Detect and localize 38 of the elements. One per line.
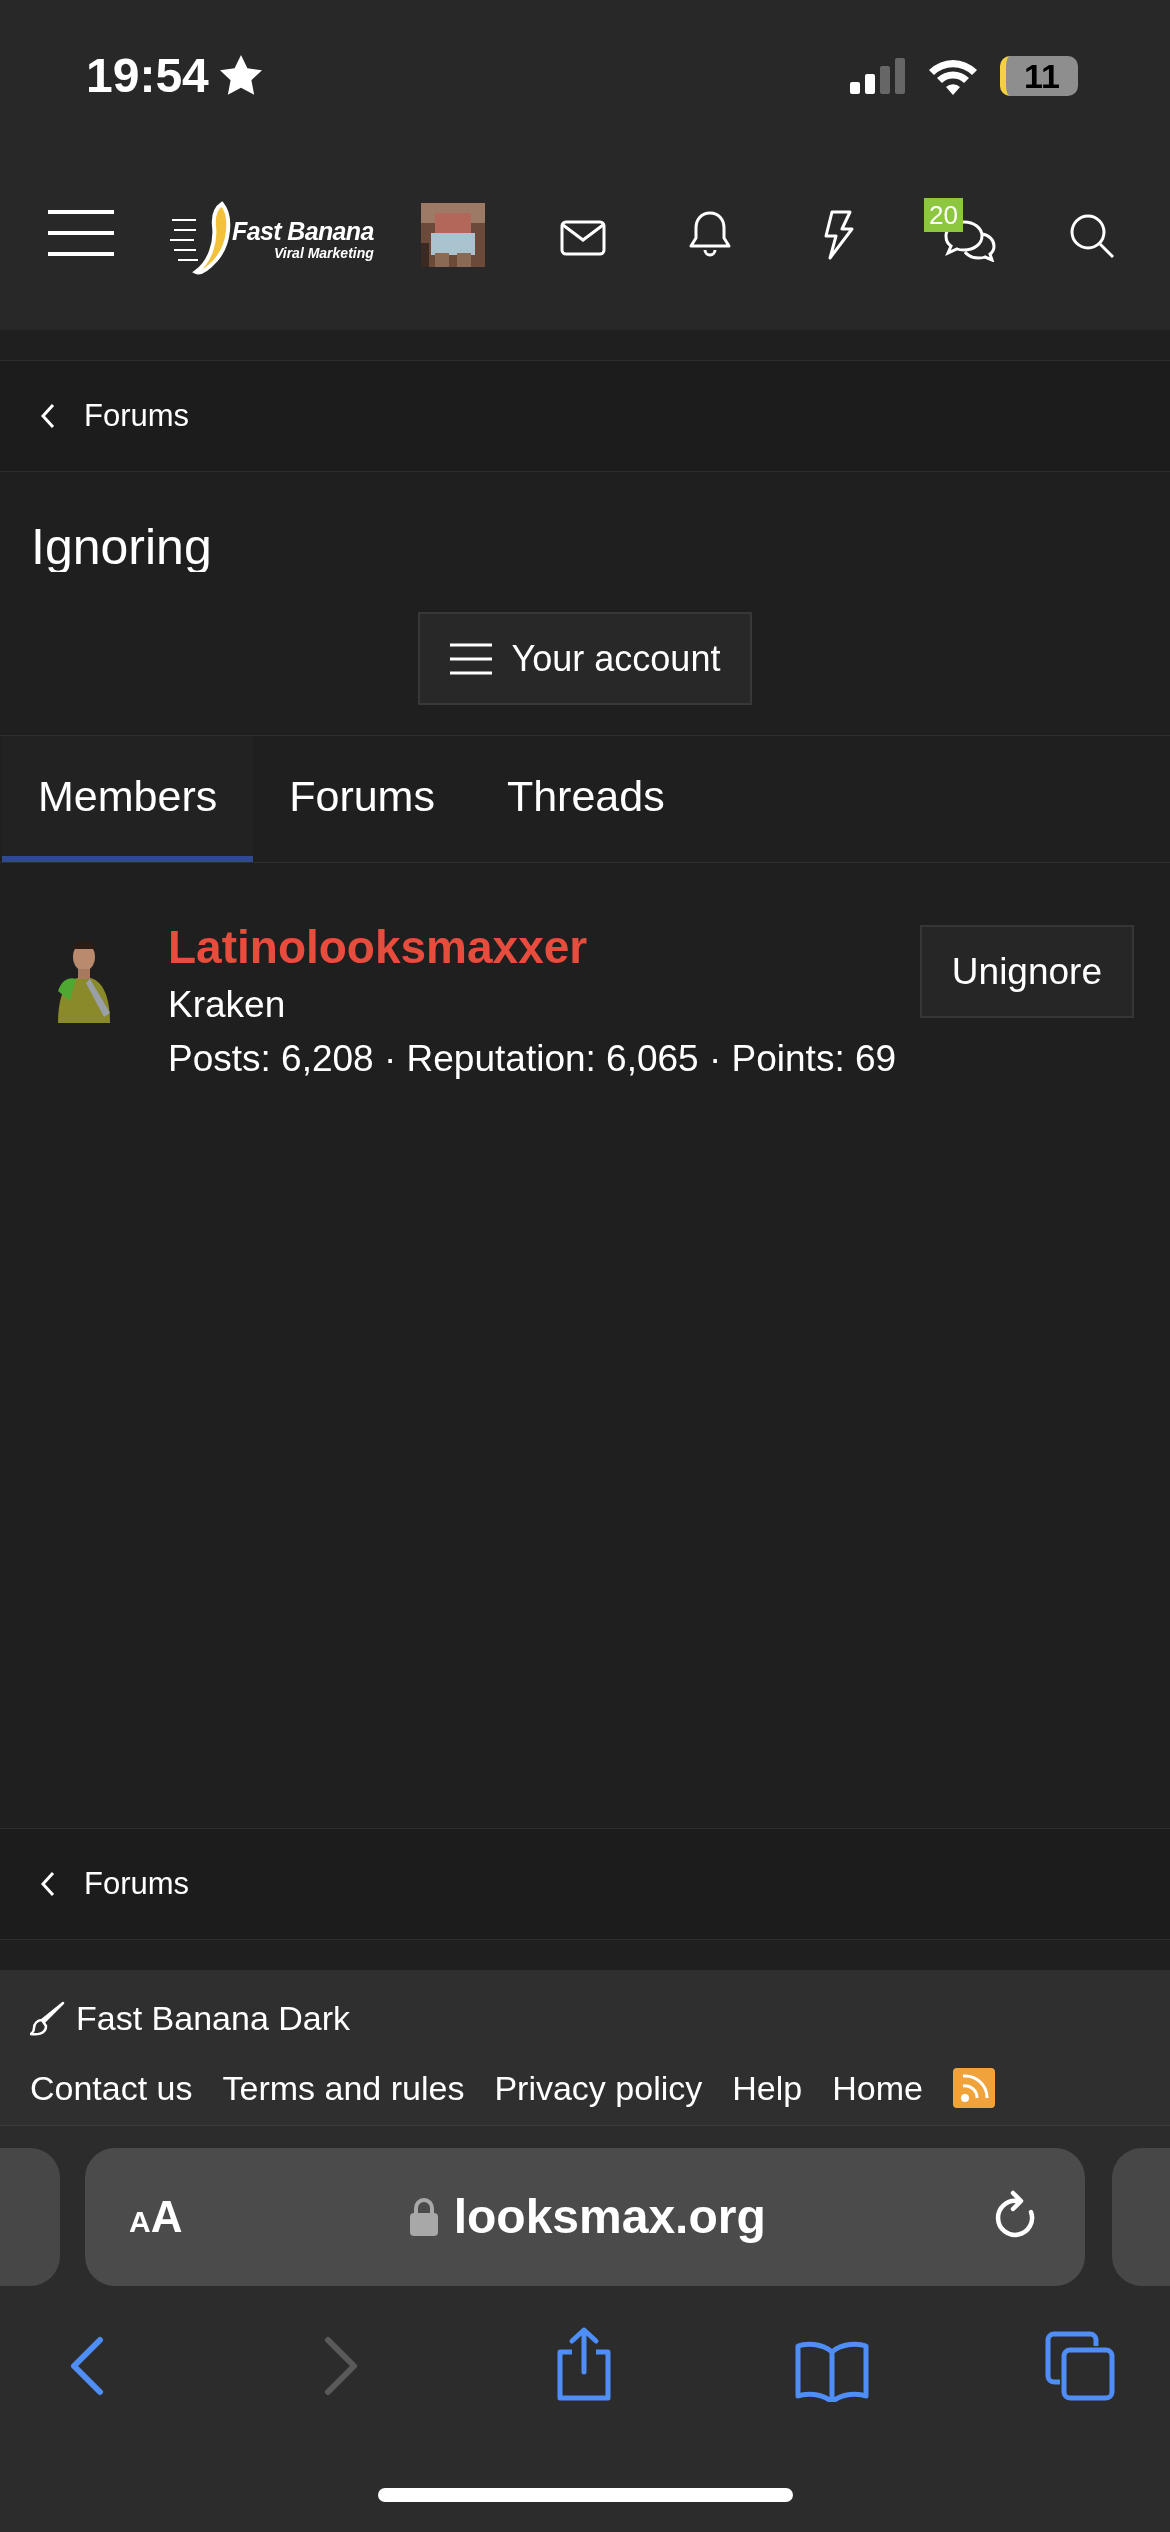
bell-icon[interactable]	[688, 210, 732, 258]
lightning-icon[interactable]	[822, 210, 854, 260]
member-name[interactable]: Latinolooksmaxxer	[168, 915, 920, 979]
style-chooser-link[interactable]: Fast Banana Dark	[30, 2000, 1170, 2036]
mail-icon[interactable]	[560, 220, 606, 256]
chevron-left-icon	[40, 1871, 56, 1897]
member-title: Kraken	[168, 983, 287, 1027]
account-menu-button[interactable]: Your account	[417, 612, 753, 705]
star-icon	[218, 55, 263, 97]
breadcrumb-link[interactable]: Forums	[40, 392, 190, 440]
site-logo[interactable]: Fast Banana Viral Marketing	[170, 200, 400, 278]
paintbrush-icon	[30, 2000, 66, 2036]
chevron-left-icon	[40, 403, 56, 429]
unignore-button[interactable]: Unignore	[919, 925, 1134, 1018]
clock: 19:54	[86, 48, 209, 104]
signal-icon	[850, 58, 906, 94]
breadcrumb-link[interactable]: Forums	[40, 1860, 190, 1908]
page-title: Ignoring	[31, 522, 213, 572]
search-icon[interactable]	[1068, 212, 1116, 260]
bookmarks-icon[interactable]	[794, 2340, 870, 2402]
lock-icon	[409, 2198, 438, 2236]
tabs-icon[interactable]	[1044, 2330, 1116, 2402]
address-bar-url[interactable]: looksmax.org	[453, 2181, 766, 2253]
tab[interactable]: Threads	[470, 736, 701, 862]
footer-link[interactable]: Help	[732, 2068, 803, 2108]
footer-link[interactable]: Home	[832, 2068, 923, 2108]
back-icon[interactable]	[68, 2336, 106, 2396]
footer-link[interactable]: Terms and rules	[222, 2068, 465, 2108]
footer-link[interactable]: Privacy policy	[494, 2068, 703, 2108]
member-stats: Posts: 6,208 · Reputation: 6,065 · Points: 69	[168, 1037, 898, 1081]
text-size-button[interactable]: AA	[129, 2195, 183, 2239]
wifi-icon	[928, 57, 978, 95]
menu-icon	[449, 641, 492, 676]
footer-link[interactable]: Contact us	[30, 2068, 193, 2108]
notification-badge: 20	[924, 198, 963, 232]
rss-icon[interactable]	[952, 2068, 995, 2108]
tab[interactable]: Forums	[253, 736, 471, 862]
battery-indicator: 11	[1000, 56, 1078, 96]
